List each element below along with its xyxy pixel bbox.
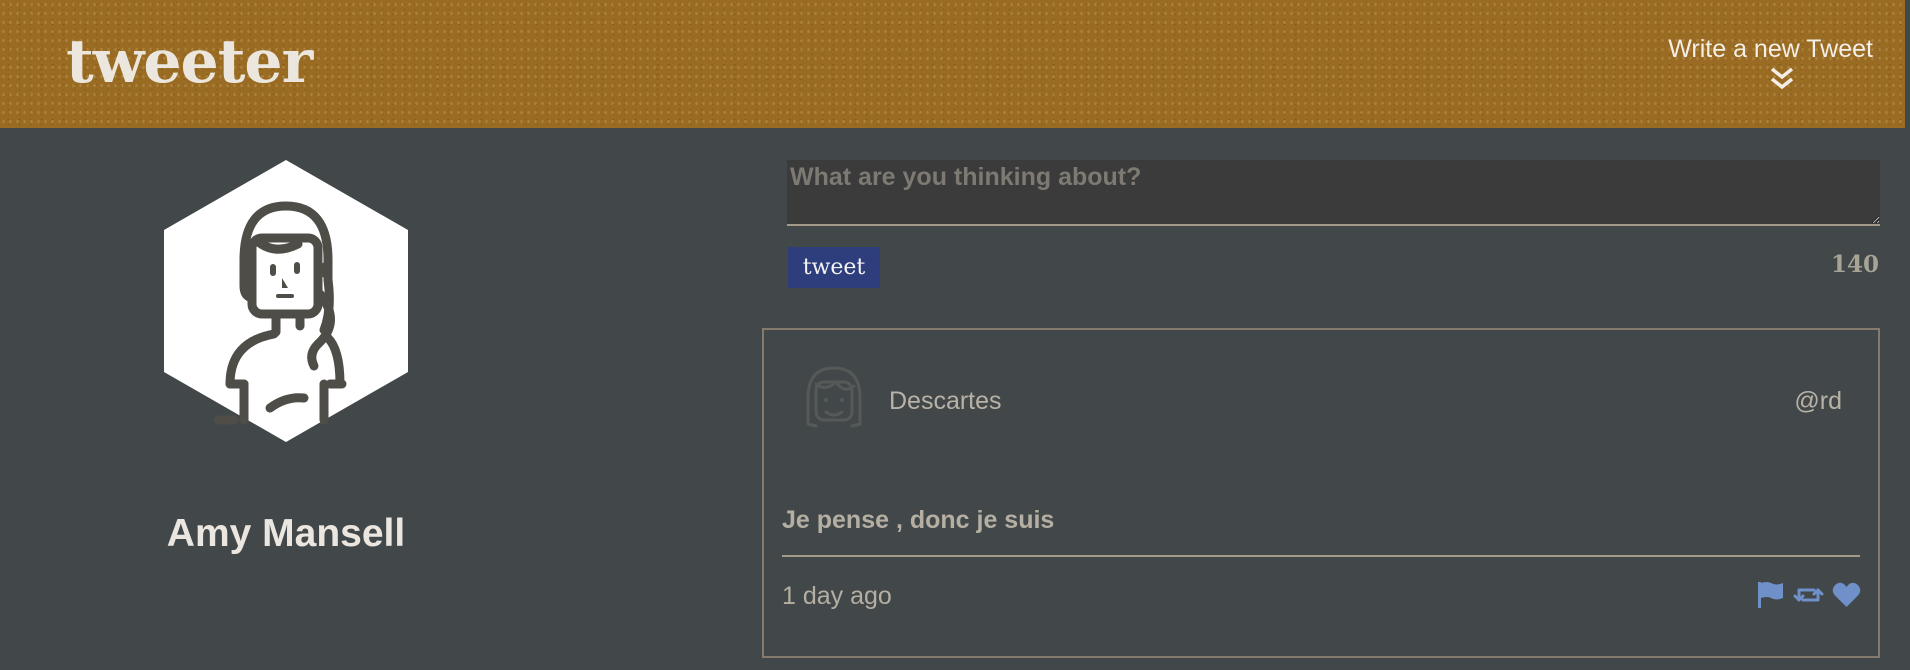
retweet-icon[interactable] [1793, 580, 1824, 610]
tweet-text-input[interactable] [787, 160, 1880, 226]
tweet-author-name[interactable]: Descartes [889, 386, 1002, 416]
top-nav: tweeter Write a new Tweet [0, 0, 1905, 128]
woman-avatar-icon [164, 160, 408, 442]
tweet-submit-button[interactable]: tweet [788, 247, 880, 288]
character-counter: 140 [1830, 251, 1879, 278]
tweet-author-handle[interactable]: @rd [1794, 386, 1842, 416]
tweet-actions [1755, 580, 1862, 610]
heart-icon[interactable] [1831, 580, 1862, 610]
tweet-divider [782, 555, 1860, 557]
tweet-timestamp: 1 day ago [782, 582, 892, 610]
brand-logo[interactable]: tweeter [66, 26, 313, 98]
double-chevron-down-icon[interactable] [1768, 66, 1796, 92]
write-new-tweet-toggle[interactable]: Write a new Tweet [1643, 34, 1873, 92]
profile-name: Amy Mansell [166, 512, 406, 555]
tweet-card: Descartes @rd Je pense , donc je suis 1 … [762, 328, 1880, 658]
woman-avatar-icon [806, 366, 862, 428]
tweet-text: Je pense , donc je suis [782, 506, 1055, 534]
flag-icon[interactable] [1755, 580, 1786, 610]
write-new-tweet-label[interactable]: Write a new Tweet [1643, 34, 1873, 64]
